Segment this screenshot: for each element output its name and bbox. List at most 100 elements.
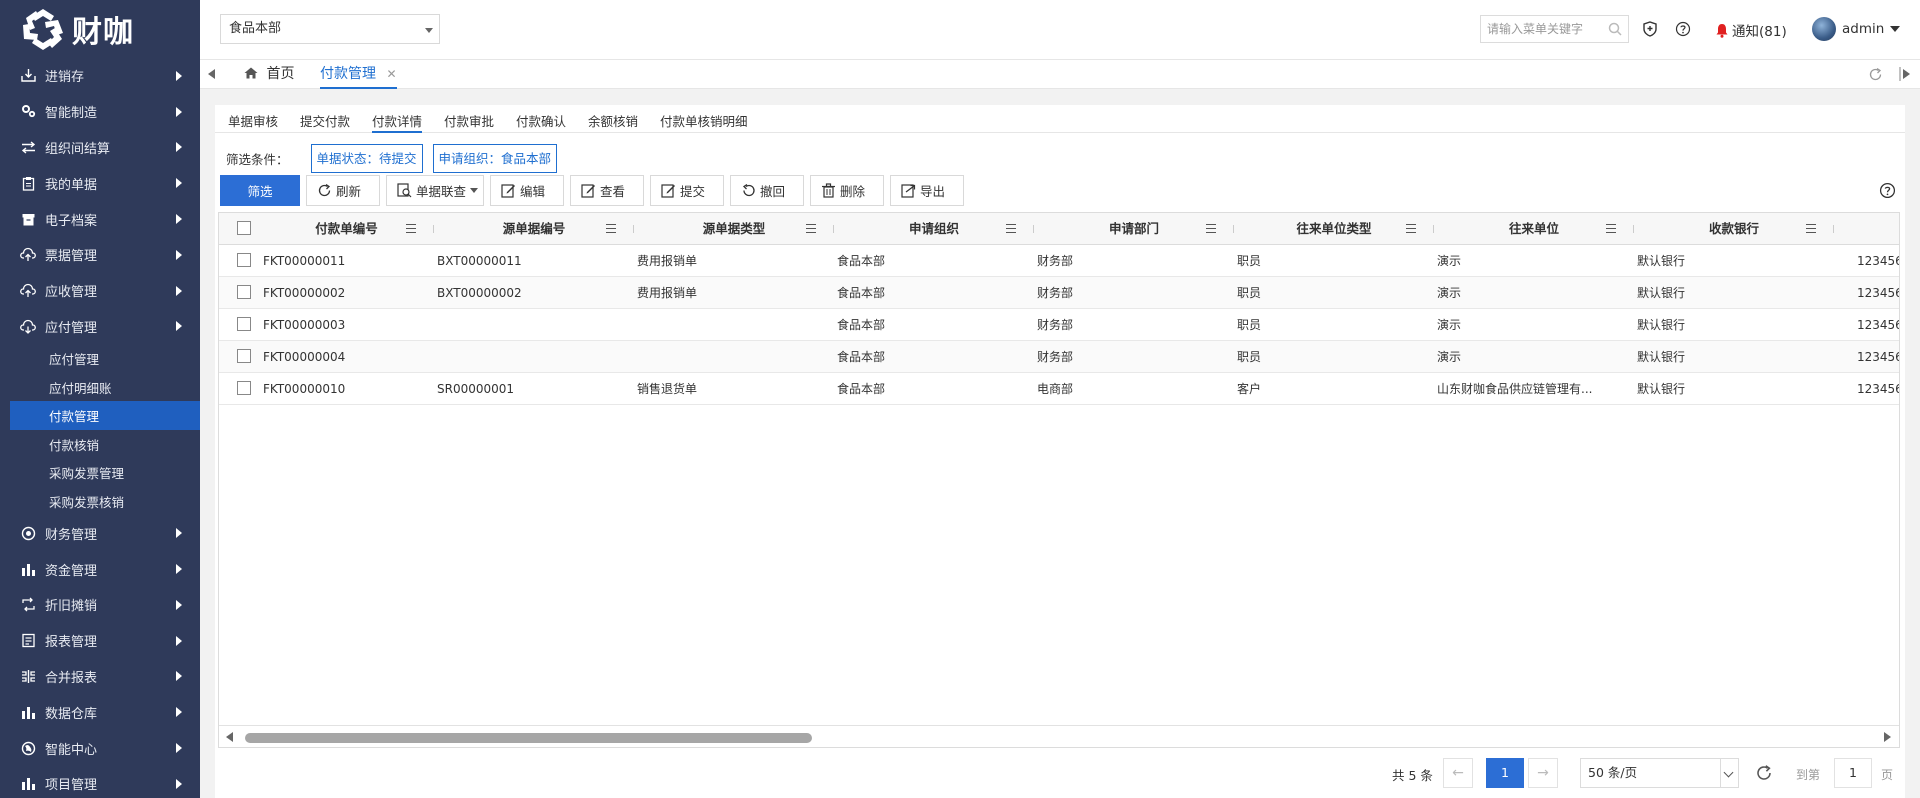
- user-menu[interactable]: admin: [1812, 17, 1901, 41]
- sidebar-item-b0[interactable]: 财务管理: [0, 515, 200, 551]
- column-header-label: 往来单位: [1508, 221, 1559, 236]
- tab-home-label: 首页: [266, 66, 295, 82]
- row-checkbox[interactable]: [237, 349, 251, 363]
- shield-icon[interactable]: [1641, 20, 1659, 38]
- filter-chip-status[interactable]: 单据状态：待提交: [310, 143, 423, 173]
- column-header[interactable]: 收: [1834, 213, 1899, 244]
- search-icon[interactable]: [1608, 22, 1622, 36]
- scroll-right-arrow-icon[interactable]: [1884, 732, 1891, 742]
- refresh-icon[interactable]: [1868, 67, 1883, 82]
- refresh-icon[interactable]: [1755, 764, 1773, 782]
- row-checkbox[interactable]: [237, 285, 251, 299]
- sidebar-item-a3[interactable]: 我的单据: [0, 165, 200, 201]
- delete-button[interactable]: 删除: [810, 175, 884, 206]
- column-header[interactable]: 收款银行: [1634, 213, 1834, 244]
- subtab-2[interactable]: 付款详情: [372, 111, 423, 133]
- sidebar-item-a5[interactable]: 票据管理: [0, 237, 200, 273]
- column-menu-icon[interactable]: [806, 224, 816, 233]
- column-header[interactable]: 往来单位类型: [1234, 213, 1434, 244]
- page-size-select[interactable]: 50 条/页: [1580, 758, 1739, 788]
- column-header[interactable]: 申请部门: [1034, 213, 1234, 244]
- column-header[interactable]: 往来单位: [1434, 213, 1634, 244]
- sidebar-item-a6[interactable]: 应收管理: [0, 273, 200, 309]
- sidebar-subitem[interactable]: 应付管理: [0, 344, 200, 373]
- tab-scroll-right-icon[interactable]: [1899, 67, 1913, 81]
- notifications[interactable]: 通知(81): [1715, 20, 1787, 40]
- column-header[interactable]: 申请组织: [834, 213, 1034, 244]
- tab-scroll-left-icon[interactable]: [208, 69, 215, 79]
- sidebar-item-b7[interactable]: 项目管理: [0, 766, 200, 798]
- select-all-checkbox[interactable]: [237, 221, 251, 235]
- column-menu-icon[interactable]: [1806, 224, 1816, 233]
- sidebar-item-b6[interactable]: 智能中心: [0, 730, 200, 766]
- tab-payment-management[interactable]: 付款管理 ✕: [320, 60, 397, 89]
- column-menu-icon[interactable]: [1006, 224, 1016, 233]
- sidebar-subitem[interactable]: 采购发票核销: [0, 487, 200, 516]
- sidebar-item-b4[interactable]: 合并报表: [0, 659, 200, 695]
- current-page-button[interactable]: 1: [1486, 758, 1524, 788]
- table-cell: 123456: [1857, 286, 1900, 300]
- sidebar-item-a7[interactable]: 应付管理: [0, 309, 200, 345]
- column-header-label: 源单据类型: [702, 221, 766, 236]
- next-page-button[interactable]: →: [1528, 758, 1558, 788]
- sidebar-item-a0[interactable]: 进销存: [0, 58, 200, 94]
- subtab-5[interactable]: 余额核销: [588, 111, 638, 133]
- menu-search-input[interactable]: 请输入菜单关键字: [1480, 15, 1629, 43]
- org-select[interactable]: 食品本部: [220, 14, 440, 44]
- subtab-1[interactable]: 提交付款: [300, 111, 350, 133]
- table-row[interactable]: FKT00000011 BXT00000011 费用报销单 食品本部 财务部 职员 演示 默认…: [219, 245, 1899, 277]
- row-checkbox[interactable]: [237, 253, 251, 267]
- table-row[interactable]: FKT00000010 SR00000001 销售退货单 食品本部 电商部 客户 山东财咖食…: [219, 373, 1899, 405]
- column-menu-icon[interactable]: [406, 224, 416, 233]
- sidebar-item-b5[interactable]: 数据仓库: [0, 694, 200, 730]
- toolbar: 筛选 刷新 单据联查 编辑 查看 提交 撤回 删除 导出: [220, 175, 970, 206]
- help-circle-icon[interactable]: [1674, 20, 1692, 38]
- sidebar-item-a4[interactable]: 电子档案: [0, 201, 200, 237]
- help-circle-icon[interactable]: [1879, 182, 1896, 199]
- subtab-3[interactable]: 付款审批: [444, 111, 494, 133]
- subtab-0[interactable]: 单据审核: [228, 111, 278, 133]
- tab-home[interactable]: 首页: [244, 60, 294, 89]
- sidebar-item-b1[interactable]: 资金管理: [0, 551, 200, 587]
- submit-button[interactable]: 提交: [650, 175, 724, 206]
- sidebar-subitem[interactable]: 采购发票管理: [0, 458, 200, 487]
- sidebar-subitem[interactable]: 应付明细账: [0, 373, 200, 402]
- sidebar-item-a2[interactable]: 组织间结算: [0, 130, 200, 166]
- close-icon[interactable]: ✕: [386, 67, 396, 81]
- column-menu-icon[interactable]: [606, 224, 616, 233]
- column-header[interactable]: 源单据编号: [434, 213, 634, 244]
- sidebar-subitem[interactable]: 付款管理: [10, 401, 200, 430]
- filter-button[interactable]: 筛选: [220, 175, 300, 206]
- scrollbar-thumb[interactable]: [245, 733, 812, 743]
- column-header[interactable]: 源单据类型: [634, 213, 834, 244]
- row-checkbox[interactable]: [237, 317, 251, 331]
- column-menu-icon[interactable]: [1606, 224, 1616, 233]
- sidebar-item-a1[interactable]: 智能制造: [0, 94, 200, 130]
- withdraw-button[interactable]: 撤回: [730, 175, 804, 206]
- horizontal-scrollbar[interactable]: [219, 725, 1899, 747]
- column-menu-icon[interactable]: [1406, 224, 1416, 233]
- logo[interactable]: 财咖: [0, 0, 200, 58]
- column-menu-icon[interactable]: [1206, 224, 1216, 233]
- column-header[interactable]: 付款单编号: [259, 213, 434, 244]
- archive-icon: [20, 211, 36, 227]
- table-row[interactable]: FKT00000002 BXT00000002 费用报销单 食品本部 财务部 职员 演示 默认…: [219, 277, 1899, 309]
- goto-page-input[interactable]: 1: [1834, 758, 1872, 788]
- row-checkbox[interactable]: [237, 381, 251, 395]
- subtab-4[interactable]: 付款确认: [516, 111, 566, 133]
- table-row[interactable]: FKT00000004 食品本部 财务部 职员 演示 默认银行 123456: [219, 341, 1899, 373]
- filter-chip-org[interactable]: 申请组织：食品本部: [432, 143, 558, 173]
- sidebar-item-b2[interactable]: 折旧摊销: [0, 587, 200, 623]
- scroll-left-arrow-icon[interactable]: [226, 732, 233, 742]
- prev-page-button[interactable]: ←: [1443, 758, 1473, 788]
- refresh-button[interactable]: 刷新: [306, 175, 380, 206]
- linked-query-button[interactable]: 单据联查: [386, 175, 484, 206]
- table-row[interactable]: FKT00000003 食品本部 财务部 职员 演示 默认银行 123456: [219, 309, 1899, 341]
- sidebar-item-label: 进销存: [45, 70, 85, 86]
- sidebar-item-b3[interactable]: 报表管理: [0, 623, 200, 659]
- edit-button[interactable]: 编辑: [490, 175, 564, 206]
- view-button[interactable]: 查看: [570, 175, 644, 206]
- export-button[interactable]: 导出: [890, 175, 964, 206]
- subtab-6[interactable]: 付款单核销明细: [660, 111, 748, 133]
- sidebar-subitem[interactable]: 付款核销: [0, 430, 200, 459]
